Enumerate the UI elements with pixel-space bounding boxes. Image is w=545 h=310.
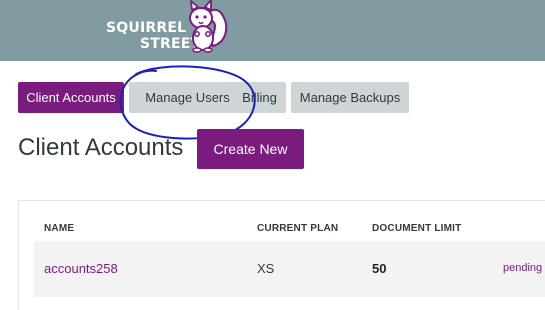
document-limit-cell: 50 xyxy=(372,261,387,276)
status-badge: pending xyxy=(503,262,543,274)
current-plan-cell: XS xyxy=(257,261,275,276)
tab-billing[interactable]: Billing xyxy=(233,82,286,113)
tab-manage-users[interactable]: Manage Users xyxy=(129,82,246,113)
page-title: Client Accounts xyxy=(18,134,184,161)
account-name-link[interactable]: accounts258 xyxy=(44,261,118,276)
column-header-name[interactable]: NAME xyxy=(44,223,74,234)
column-header-document-limit[interactable]: DOCUMENT LIMIT xyxy=(372,223,461,234)
page: SQUIRREL STREET Client Accounts Manage U… xyxy=(0,0,545,310)
squirrel-logo-icon xyxy=(189,0,228,53)
create-new-button[interactable]: Create New xyxy=(197,129,304,169)
header-bar: SQUIRREL STREET xyxy=(0,0,545,61)
column-header-current-plan[interactable]: CURRENT PLAN xyxy=(257,223,338,234)
tab-client-accounts[interactable]: Client Accounts xyxy=(18,82,124,113)
tab-manage-backups[interactable]: Manage Backups xyxy=(291,82,409,113)
